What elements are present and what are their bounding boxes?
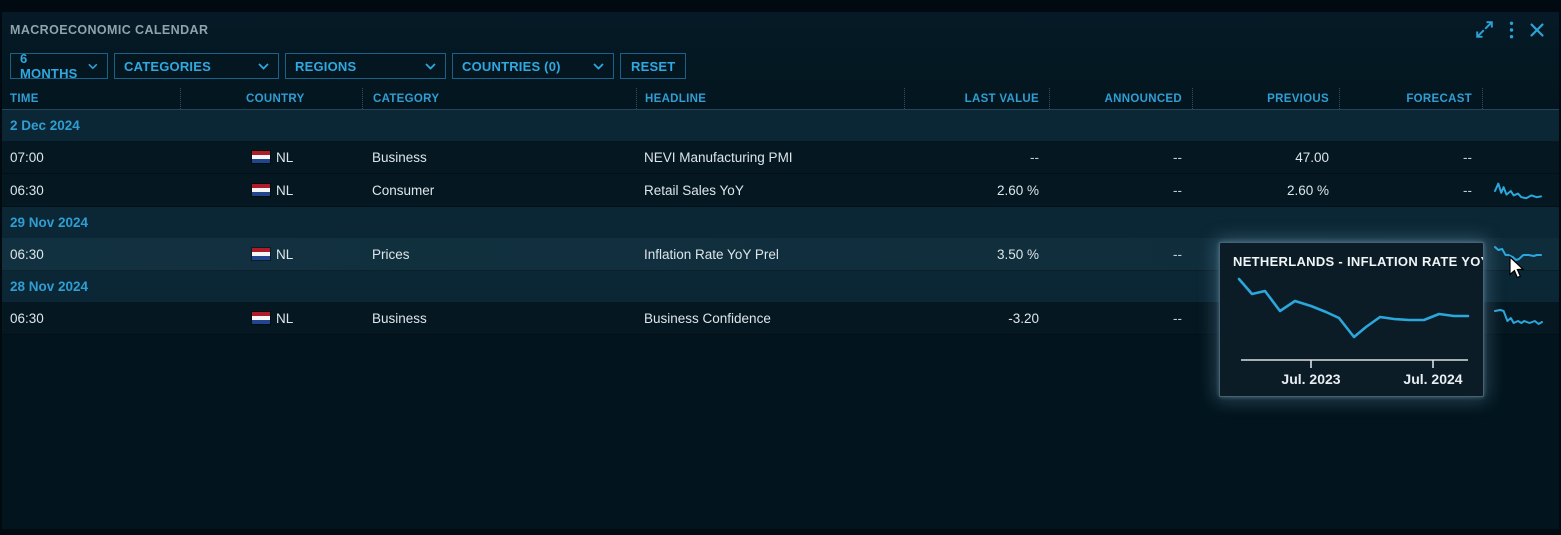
column-header-headline[interactable]: HEADLINE — [636, 88, 904, 109]
filter-bar: 6 MONTHS CATEGORIES REGIONS COUNTRIES (0… — [10, 53, 1559, 79]
cell-last-value: 3.50 % — [904, 238, 1049, 270]
cell-previous: 2.60 % — [1192, 174, 1339, 206]
titlebar: MACROECONOMIC CALENDAR — [2, 12, 1559, 40]
column-header-sparkline — [1482, 88, 1559, 109]
cell-announced: -- — [1049, 174, 1192, 206]
panel-title: MACROECONOMIC CALENDAR — [10, 23, 208, 37]
cell-announced: -- — [1049, 238, 1192, 270]
sparkline-chart[interactable] — [1494, 308, 1542, 328]
cell-country: NL — [180, 141, 362, 173]
kebab-menu-icon[interactable] — [1509, 21, 1514, 39]
cell-forecast: -- — [1339, 174, 1482, 206]
column-header-previous[interactable]: PREVIOUS — [1192, 88, 1339, 109]
netherlands-flag-icon — [252, 151, 270, 163]
chevron-down-icon — [593, 63, 604, 70]
cell-category: Prices — [362, 238, 636, 270]
chevron-down-icon — [88, 63, 98, 70]
chevron-down-icon — [425, 63, 436, 70]
cell-country: NL — [180, 302, 362, 334]
date-group-label: 2 Dec 2024 — [2, 118, 80, 133]
cell-headline: Retail Sales YoY — [636, 174, 904, 206]
cell-sparkline — [1482, 141, 1559, 173]
cell-last-value: -3.20 — [904, 302, 1049, 334]
netherlands-flag-icon — [252, 248, 270, 260]
column-header-forecast[interactable]: FORECAST — [1339, 88, 1482, 109]
cell-previous: 47.00 — [1192, 141, 1339, 173]
tooltip-title: NETHERLANDS - INFLATION RATE YOY... — [1220, 243, 1483, 269]
expand-icon[interactable] — [1475, 20, 1494, 39]
cell-country: NL — [180, 174, 362, 206]
country-code: NL — [276, 247, 293, 262]
period-dropdown-label: 6 MONTHS — [20, 51, 80, 81]
reset-button[interactable]: RESET — [620, 53, 686, 79]
date-group-label: 29 Nov 2024 — [2, 215, 88, 230]
column-header-announced[interactable]: ANNOUNCED — [1049, 88, 1192, 109]
cell-sparkline — [1482, 302, 1559, 334]
tooltip-tick-jul-2023: Jul. 2023 — [1281, 371, 1340, 387]
inflation-chart-tooltip: NETHERLANDS - INFLATION RATE YOY... Jul.… — [1219, 242, 1484, 397]
column-header-time[interactable]: TIME — [2, 88, 180, 109]
date-group-row: 29 Nov 2024 — [2, 207, 1559, 238]
tooltip-tick-jul-2024: Jul. 2024 — [1403, 371, 1462, 387]
countries-dropdown-label: COUNTRIES (0) — [462, 59, 561, 74]
cell-time: 07:00 — [2, 141, 180, 173]
regions-dropdown[interactable]: REGIONS — [285, 53, 446, 79]
netherlands-flag-icon — [252, 312, 270, 324]
cell-headline: Business Confidence — [636, 302, 904, 334]
table-row[interactable]: 07:00NLBusinessNEVI Manufacturing PMI---… — [2, 141, 1559, 174]
cell-forecast: -- — [1339, 141, 1482, 173]
date-group-label: 28 Nov 2024 — [2, 279, 88, 294]
column-header-last-value[interactable]: LAST VALUE — [904, 88, 1049, 109]
cell-headline: Inflation Rate YoY Prel — [636, 238, 904, 270]
column-header-country[interactable]: COUNTRY — [180, 88, 362, 109]
country-code: NL — [276, 311, 293, 326]
categories-dropdown[interactable]: CATEGORIES — [114, 53, 279, 79]
cell-category: Business — [362, 302, 636, 334]
table-row[interactable]: 06:30NLConsumerRetail Sales YoY2.60 %--2… — [2, 174, 1559, 207]
cell-category: Consumer — [362, 174, 636, 206]
titlebar-icons — [1475, 20, 1545, 39]
cell-country: NL — [180, 238, 362, 270]
cell-sparkline — [1482, 174, 1559, 206]
tooltip-line-chart: Jul. 2023 Jul. 2024 — [1220, 271, 1483, 389]
cell-announced: -- — [1049, 302, 1192, 334]
close-icon[interactable] — [1529, 22, 1545, 38]
sparkline-chart[interactable] — [1494, 180, 1542, 200]
cell-time: 06:30 — [2, 174, 180, 206]
column-header-category[interactable]: CATEGORY — [362, 88, 636, 109]
country-code: NL — [276, 150, 293, 165]
categories-dropdown-label: CATEGORIES — [124, 59, 211, 74]
date-group-row: 2 Dec 2024 — [2, 110, 1559, 141]
regions-dropdown-label: REGIONS — [295, 59, 356, 74]
cell-time: 06:30 — [2, 238, 180, 270]
chevron-down-icon — [258, 63, 269, 70]
country-code: NL — [276, 183, 293, 198]
countries-dropdown[interactable]: COUNTRIES (0) — [452, 53, 614, 79]
table-header: TIME COUNTRY CATEGORY HEADLINE LAST VALU… — [2, 88, 1559, 110]
cell-time: 06:30 — [2, 302, 180, 334]
cell-category: Business — [362, 141, 636, 173]
cell-last-value: 2.60 % — [904, 174, 1049, 206]
mouse-cursor — [1508, 256, 1528, 280]
cell-last-value: -- — [904, 141, 1049, 173]
period-dropdown[interactable]: 6 MONTHS — [10, 53, 108, 79]
cell-headline: NEVI Manufacturing PMI — [636, 141, 904, 173]
cell-announced: -- — [1049, 141, 1192, 173]
netherlands-flag-icon — [252, 184, 270, 196]
